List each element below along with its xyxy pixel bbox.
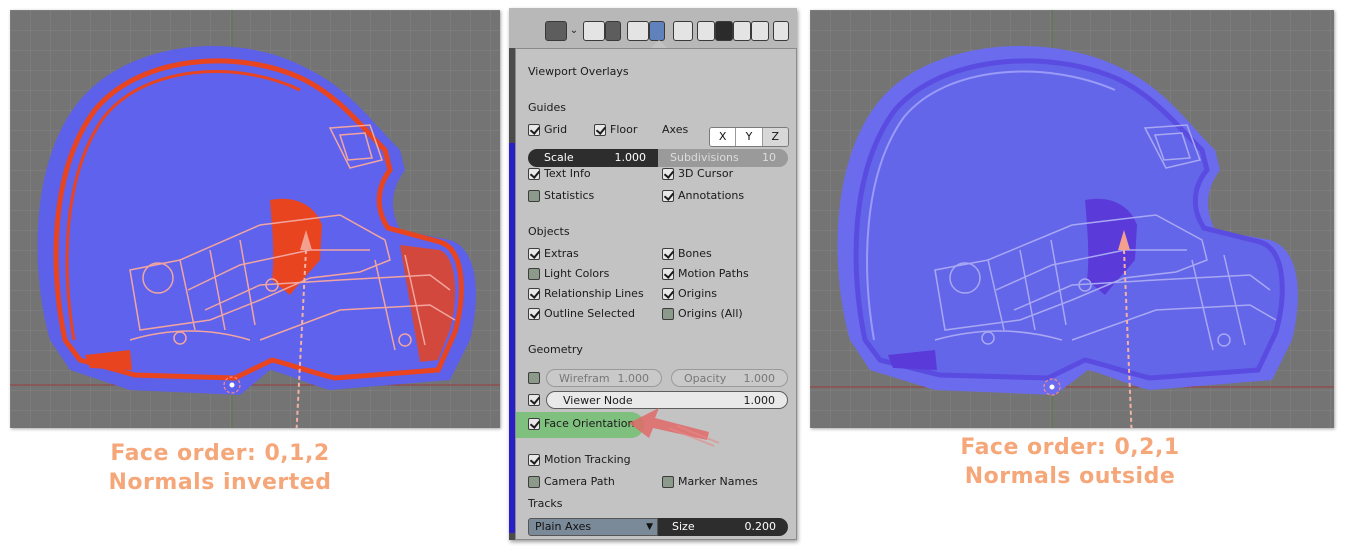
chevron-down-icon[interactable]: ⌄ <box>567 21 581 41</box>
bones-checkbox[interactable]: Bones <box>662 247 712 260</box>
wireframe-shading-icon[interactable] <box>697 21 715 41</box>
caption-left: Face order: 0,1,2 Normals inverted <box>70 439 370 497</box>
outline-selected-checkbox[interactable]: Outline Selected <box>528 307 635 320</box>
overlay-icon[interactable] <box>627 21 649 41</box>
caption-right: Face order: 0,2,1 Normals outside <box>920 433 1220 491</box>
gizmo-icon[interactable] <box>583 21 605 41</box>
viewport-right-outside[interactable] <box>810 10 1334 428</box>
opacity-slider[interactable]: Opacity 1.000 <box>671 369 788 387</box>
light-colors-checkbox[interactable]: Light Colors <box>528 267 609 280</box>
viewport-overlays-panel: ⌄ Viewport Overlays Guides Grid Floor Ax… <box>509 8 797 540</box>
relationship-lines-checkbox[interactable]: Relationship Lines <box>528 287 644 300</box>
overlays-popup: Viewport Overlays Guides Grid Floor Axes… <box>515 48 797 540</box>
marker-names-checkbox[interactable]: Marker Names <box>662 475 758 488</box>
axis-x-toggle[interactable]: X <box>710 128 737 146</box>
3d-cursor-checkbox[interactable]: 3D Cursor <box>662 167 733 180</box>
caption-left-line2: Normals inverted <box>108 470 332 495</box>
geometry-heading: Geometry <box>528 343 583 356</box>
solid-shading-icon[interactable] <box>715 21 733 41</box>
annotations-checkbox[interactable]: Annotations <box>662 189 744 202</box>
face-orientation-checkbox[interactable]: Face Orientation <box>528 417 634 430</box>
extras-checkbox[interactable]: Extras <box>528 247 579 260</box>
floor-checkbox[interactable]: Floor <box>594 123 637 136</box>
track-display-dropdown[interactable]: Plain Axes ▼ <box>528 518 658 536</box>
origins-checkbox[interactable]: Origins <box>662 287 717 300</box>
objects-heading: Objects <box>528 225 570 238</box>
chevron-down-icon[interactable] <box>605 21 621 41</box>
chevron-down-icon: ▼ <box>646 522 653 532</box>
axis-y-toggle[interactable]: Y <box>736 128 763 146</box>
camera-path-checkbox[interactable]: Camera Path <box>528 475 615 488</box>
tracks-heading: Tracks <box>528 497 563 510</box>
axes-label: Axes <box>662 123 689 136</box>
xray-icon[interactable] <box>673 21 693 41</box>
caption-left-line1: Face order: 0,1,2 <box>110 441 330 466</box>
wireframe-checkbox[interactable] <box>528 372 544 384</box>
visibility-icon[interactable] <box>545 21 567 41</box>
track-size-slider[interactable]: Size 0.200 <box>658 518 788 536</box>
popup-title: Viewport Overlays <box>528 65 629 78</box>
axes-toggle-group: X Y Z <box>709 127 789 147</box>
viewer-node-slider[interactable]: Viewer Node 1.000 <box>546 391 788 409</box>
chevron-down-icon[interactable] <box>773 21 789 41</box>
helmet-inverted-render <box>10 10 500 428</box>
helmet-outside-render <box>810 10 1334 428</box>
guides-heading: Guides <box>528 101 567 114</box>
overlay-dropdown-button[interactable] <box>649 21 665 41</box>
viewport-left-inverted[interactable] <box>10 10 500 428</box>
subdivisions-slider[interactable]: Subdivisions 10 <box>658 149 788 167</box>
scale-slider[interactable]: Scale 1.000 <box>528 149 658 167</box>
origins-all-checkbox[interactable]: Origins (All) <box>662 307 743 320</box>
statistics-checkbox[interactable]: Statistics <box>528 189 594 202</box>
motion-paths-checkbox[interactable]: Motion Paths <box>662 267 749 280</box>
caption-right-line2: Normals outside <box>964 464 1176 489</box>
rendered-shading-icon[interactable] <box>751 21 769 41</box>
motion-tracking-checkbox[interactable]: Motion Tracking <box>528 453 631 466</box>
caption-right-line1: Face order: 0,2,1 <box>960 435 1180 460</box>
axis-z-toggle[interactable]: Z <box>762 128 788 146</box>
wireframe-slider[interactable]: Wirefram 1.000 <box>546 369 662 387</box>
grid-checkbox[interactable]: Grid <box>528 123 567 136</box>
viewer-node-checkbox[interactable] <box>528 394 544 406</box>
material-shading-icon[interactable] <box>733 21 751 41</box>
text-info-checkbox[interactable]: Text Info <box>528 167 591 180</box>
